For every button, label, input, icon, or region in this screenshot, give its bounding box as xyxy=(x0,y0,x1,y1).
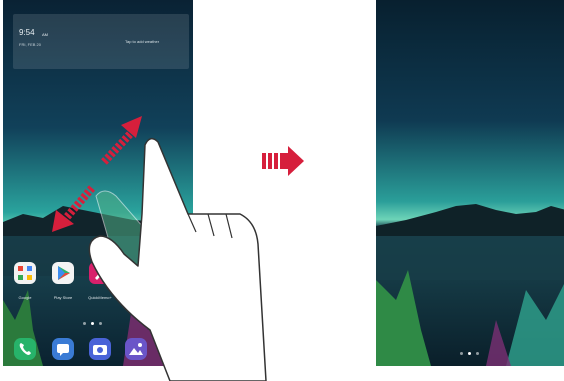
forward-arrow-icon xyxy=(262,146,304,176)
wallpaper xyxy=(376,0,564,366)
pinch-out-hand-icon xyxy=(88,137,267,381)
page-dot-active xyxy=(468,352,471,355)
home-screen-after xyxy=(376,0,564,366)
page-dot xyxy=(476,352,479,355)
page-indicator xyxy=(460,352,479,355)
page-dot xyxy=(460,352,463,355)
